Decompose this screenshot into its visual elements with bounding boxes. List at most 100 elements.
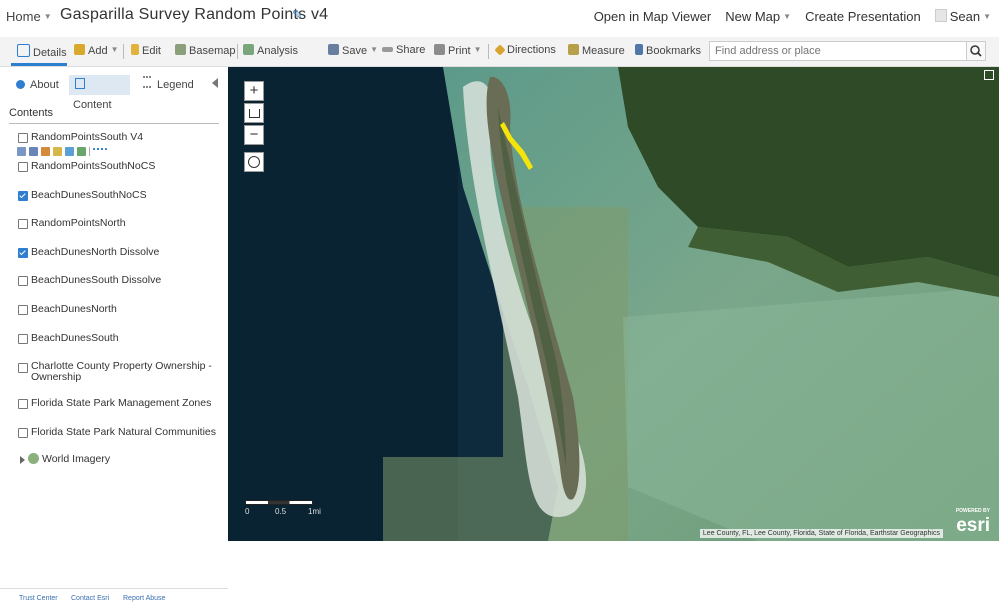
- toolbar: Details Add ▼ Edit Basemap Analysis Save ▼…: [0, 37, 999, 67]
- save-label: Save: [342, 45, 368, 57]
- contents-panel: About Content Legend Contents RandomPoin…: [0, 67, 229, 602]
- share-button[interactable]: Share: [382, 44, 425, 56]
- chevron-down-icon: ▼: [370, 45, 378, 54]
- chevron-down-icon: ▼: [983, 12, 991, 21]
- open-in-map-viewer-link[interactable]: Open in Map Viewer: [594, 9, 712, 24]
- app-header: Home ▼ Gasparilla Survey Random Points v4…: [0, 0, 999, 34]
- analysis-tool-icon[interactable]: [65, 147, 74, 156]
- add-button[interactable]: Add ▼: [74, 44, 119, 57]
- expand-arrow-icon[interactable]: [20, 456, 25, 464]
- new-map-menu[interactable]: New Map ▼: [725, 9, 791, 24]
- divider: [89, 147, 90, 156]
- toolbar-divider: [123, 44, 124, 59]
- contents-heading: Contents: [9, 107, 54, 119]
- fullscreen-icon[interactable]: [984, 70, 994, 80]
- layer-visibility-checkbox[interactable]: [18, 276, 28, 286]
- tab-legend-label: Legend: [157, 79, 194, 91]
- layer-label: BeachDunesSouthNoCS: [31, 189, 147, 201]
- new-map-label: New Map: [725, 9, 781, 24]
- layer-visibility-checkbox[interactable]: [18, 399, 28, 409]
- zoom-out-button[interactable]: −: [244, 125, 264, 145]
- contact-esri-link[interactable]: Contact Esri: [71, 595, 109, 602]
- search-button[interactable]: [966, 41, 986, 61]
- add-label: Add: [88, 45, 108, 57]
- map-attribution: Lee County, FL, Lee County, Florida, Sta…: [699, 529, 943, 538]
- tab-content[interactable]: Content: [69, 75, 130, 111]
- add-icon: [74, 44, 85, 55]
- scale-label-end: 1mi: [308, 507, 321, 516]
- layer-visibility-checkbox[interactable]: [18, 162, 28, 172]
- share-label: Share: [396, 44, 426, 56]
- pencil-icon[interactable]: ✎: [292, 7, 303, 23]
- details-icon: [17, 44, 30, 57]
- details-underline: [11, 63, 67, 66]
- home-menu[interactable]: Home ▼: [6, 9, 52, 24]
- report-abuse-link[interactable]: Report Abuse: [123, 595, 165, 602]
- bookmarks-label: Bookmarks: [646, 45, 702, 57]
- layer-label: BeachDunesNorth: [31, 303, 117, 315]
- directions-button[interactable]: Directions: [494, 44, 556, 56]
- panel-footer: Trust Center Contact Esri Report Abuse: [0, 588, 228, 609]
- globe-icon: [28, 453, 39, 464]
- table-tool-icon[interactable]: [29, 147, 38, 156]
- basemap-icon: [175, 44, 186, 55]
- layer-visibility-checkbox[interactable]: [18, 428, 28, 438]
- layer-visibility-checkbox[interactable]: [18, 334, 28, 344]
- locate-button[interactable]: [244, 152, 264, 172]
- chevron-down-icon: ▼: [473, 45, 482, 54]
- esri-logo[interactable]: POWERED BY esri: [956, 508, 990, 537]
- save-icon: [328, 44, 339, 55]
- bookmarks-button[interactable]: Bookmarks: [635, 44, 701, 57]
- layer-tools: [17, 143, 110, 156]
- layer-visibility-checkbox[interactable]: [18, 219, 28, 229]
- zoom-in-button[interactable]: +: [244, 81, 264, 101]
- layer-label: RandomPointsNorth: [31, 217, 126, 229]
- divider: [9, 123, 219, 124]
- layer-label: Florida State Park Natural Communities: [31, 426, 216, 438]
- filter-tool-icon[interactable]: [53, 147, 62, 156]
- basemap-label: Basemap: [189, 45, 236, 57]
- home-extent-button[interactable]: [244, 103, 264, 123]
- search-input[interactable]: [709, 41, 979, 61]
- basemap-button[interactable]: Basemap: [175, 44, 235, 57]
- tab-content-label: Content: [73, 99, 112, 111]
- measure-button[interactable]: Measure: [568, 44, 625, 57]
- style-tool-icon[interactable]: [41, 147, 50, 156]
- label-tool-icon[interactable]: [77, 147, 86, 156]
- tab-legend[interactable]: Legend: [139, 75, 198, 95]
- info-icon: [16, 80, 25, 89]
- user-menu[interactable]: Sean ▼: [934, 9, 991, 24]
- tab-about[interactable]: About: [12, 75, 63, 95]
- search-icon: [970, 45, 982, 57]
- create-presentation-link[interactable]: Create Presentation: [805, 9, 921, 24]
- legend-tool-icon[interactable]: [17, 147, 26, 156]
- edit-button[interactable]: Edit: [131, 44, 161, 57]
- analysis-label: Analysis: [257, 45, 298, 57]
- layer-visibility-checkbox[interactable]: [18, 191, 28, 201]
- measure-label: Measure: [582, 45, 625, 57]
- layer-visibility-checkbox[interactable]: [18, 248, 28, 258]
- details-label: Details: [33, 47, 67, 59]
- content-icon: [75, 78, 85, 89]
- layer-visibility-checkbox[interactable]: [18, 363, 28, 373]
- satellite-imagery[interactable]: [228, 67, 999, 541]
- chevron-down-icon: ▼: [43, 12, 52, 21]
- collapse-panel-icon[interactable]: [212, 78, 218, 88]
- toolbar-divider: [488, 44, 489, 59]
- details-button[interactable]: Details: [17, 44, 67, 59]
- more-options-icon[interactable]: [93, 148, 107, 153]
- scale-label-start: 0: [245, 507, 250, 516]
- tab-about-label: About: [30, 79, 59, 91]
- map-view[interactable]: + − 0 0.5 1mi Lee County, FL, Lee County…: [228, 67, 999, 541]
- edit-label: Edit: [142, 45, 161, 57]
- scale-bar: 0 0.5 1mi: [245, 500, 321, 516]
- printer-icon: [434, 44, 445, 55]
- layer-visibility-checkbox[interactable]: [18, 133, 28, 143]
- trust-center-link[interactable]: Trust Center: [19, 595, 58, 602]
- print-button[interactable]: Print ▼: [434, 44, 482, 57]
- pencil-icon: [131, 44, 139, 55]
- save-button[interactable]: Save ▼: [328, 44, 378, 57]
- layer-label: World Imagery: [42, 453, 111, 465]
- layer-visibility-checkbox[interactable]: [18, 305, 28, 315]
- analysis-button[interactable]: Analysis: [243, 44, 298, 57]
